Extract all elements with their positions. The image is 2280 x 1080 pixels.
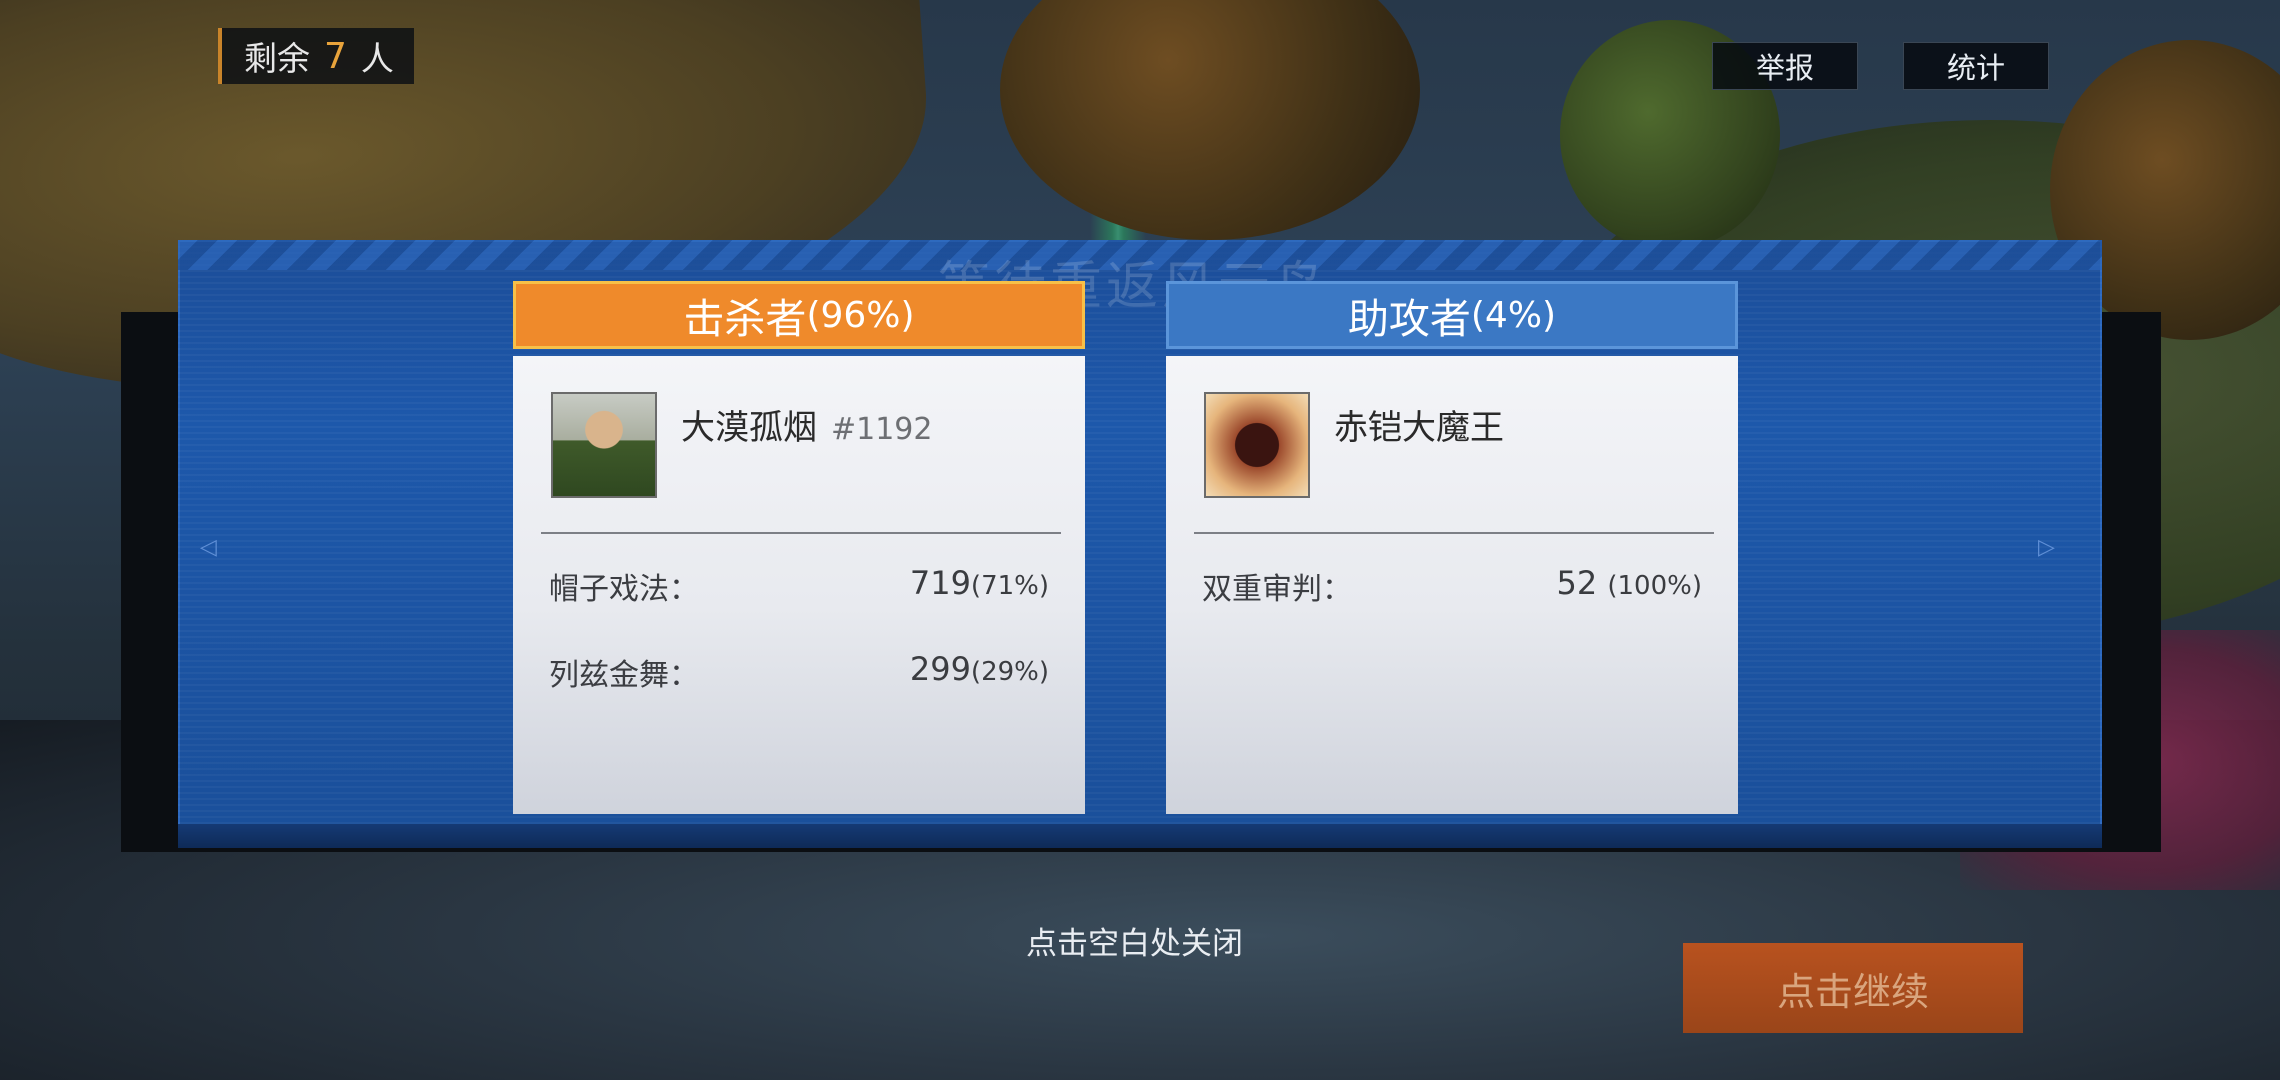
skill-damage-value: 719(71%) <box>909 564 1049 602</box>
skill-damage-value: 52 (100%) <box>1556 564 1702 602</box>
assist-header: 助攻者 (4%) <box>1166 281 1738 349</box>
skill-name: 双重审判： <box>1202 572 1352 607</box>
killer-player-id: #1192 <box>831 412 933 447</box>
skill-damage-row: 列兹金舞： 299(29%) <box>549 650 1049 694</box>
assist-header-pct: (4%) <box>1470 294 1557 336</box>
right-arrow-icon: ▷ <box>2038 535 2055 560</box>
panel-bottom-strip <box>178 824 2102 848</box>
left-arrow-icon: ◁ <box>200 535 217 560</box>
assist-header-label: 助攻者 <box>1347 295 1471 343</box>
assist-name: 赤铠大魔王 <box>1334 408 1504 448</box>
killer-header: 击杀者 (96%) <box>513 281 1085 349</box>
remaining-suffix: 人 <box>360 39 394 78</box>
skill-name: 帽子戏法： <box>549 572 699 607</box>
killer-header-pct: (96%) <box>806 294 915 336</box>
kill-summary-panel: 等待重返风云岛... <box>178 240 2102 848</box>
remaining-count: 7 <box>324 35 347 77</box>
skill-name: 列兹金舞： <box>549 658 699 693</box>
killer-player[interactable]: 大漠孤烟 #1192 <box>681 400 932 449</box>
card-divider <box>541 532 1061 534</box>
continue-button[interactable]: 点击继续 <box>1683 943 2023 1033</box>
assist-avatar[interactable] <box>1204 392 1310 498</box>
skill-damage-row: 双重审判： 52 (100%) <box>1202 564 1702 608</box>
card-divider <box>1194 532 1714 534</box>
assist-player[interactable]: 赤铠大魔王 <box>1334 400 1504 449</box>
stats-button[interactable]: 统计 <box>1903 42 2049 90</box>
close-hint-text: 点击空白处关闭 <box>1026 926 1243 962</box>
killer-name: 大漠孤烟 <box>681 408 817 448</box>
skill-damage-row: 帽子戏法： 719(71%) <box>549 564 1049 608</box>
killer-card: 大漠孤烟 #1192 帽子戏法： 719(71%) 列兹金舞： 299(29%) <box>513 356 1085 814</box>
report-button[interactable]: 举报 <box>1712 42 1858 90</box>
remaining-prefix: 剩余 <box>244 39 310 78</box>
killer-header-label: 击杀者 <box>683 295 807 343</box>
assist-card: 赤铠大魔王 双重审判： 52 (100%) <box>1166 356 1738 814</box>
killer-avatar[interactable] <box>551 392 657 498</box>
players-remaining-counter: 剩余 7 人 <box>218 28 414 84</box>
skill-damage-value: 299(29%) <box>909 650 1049 688</box>
